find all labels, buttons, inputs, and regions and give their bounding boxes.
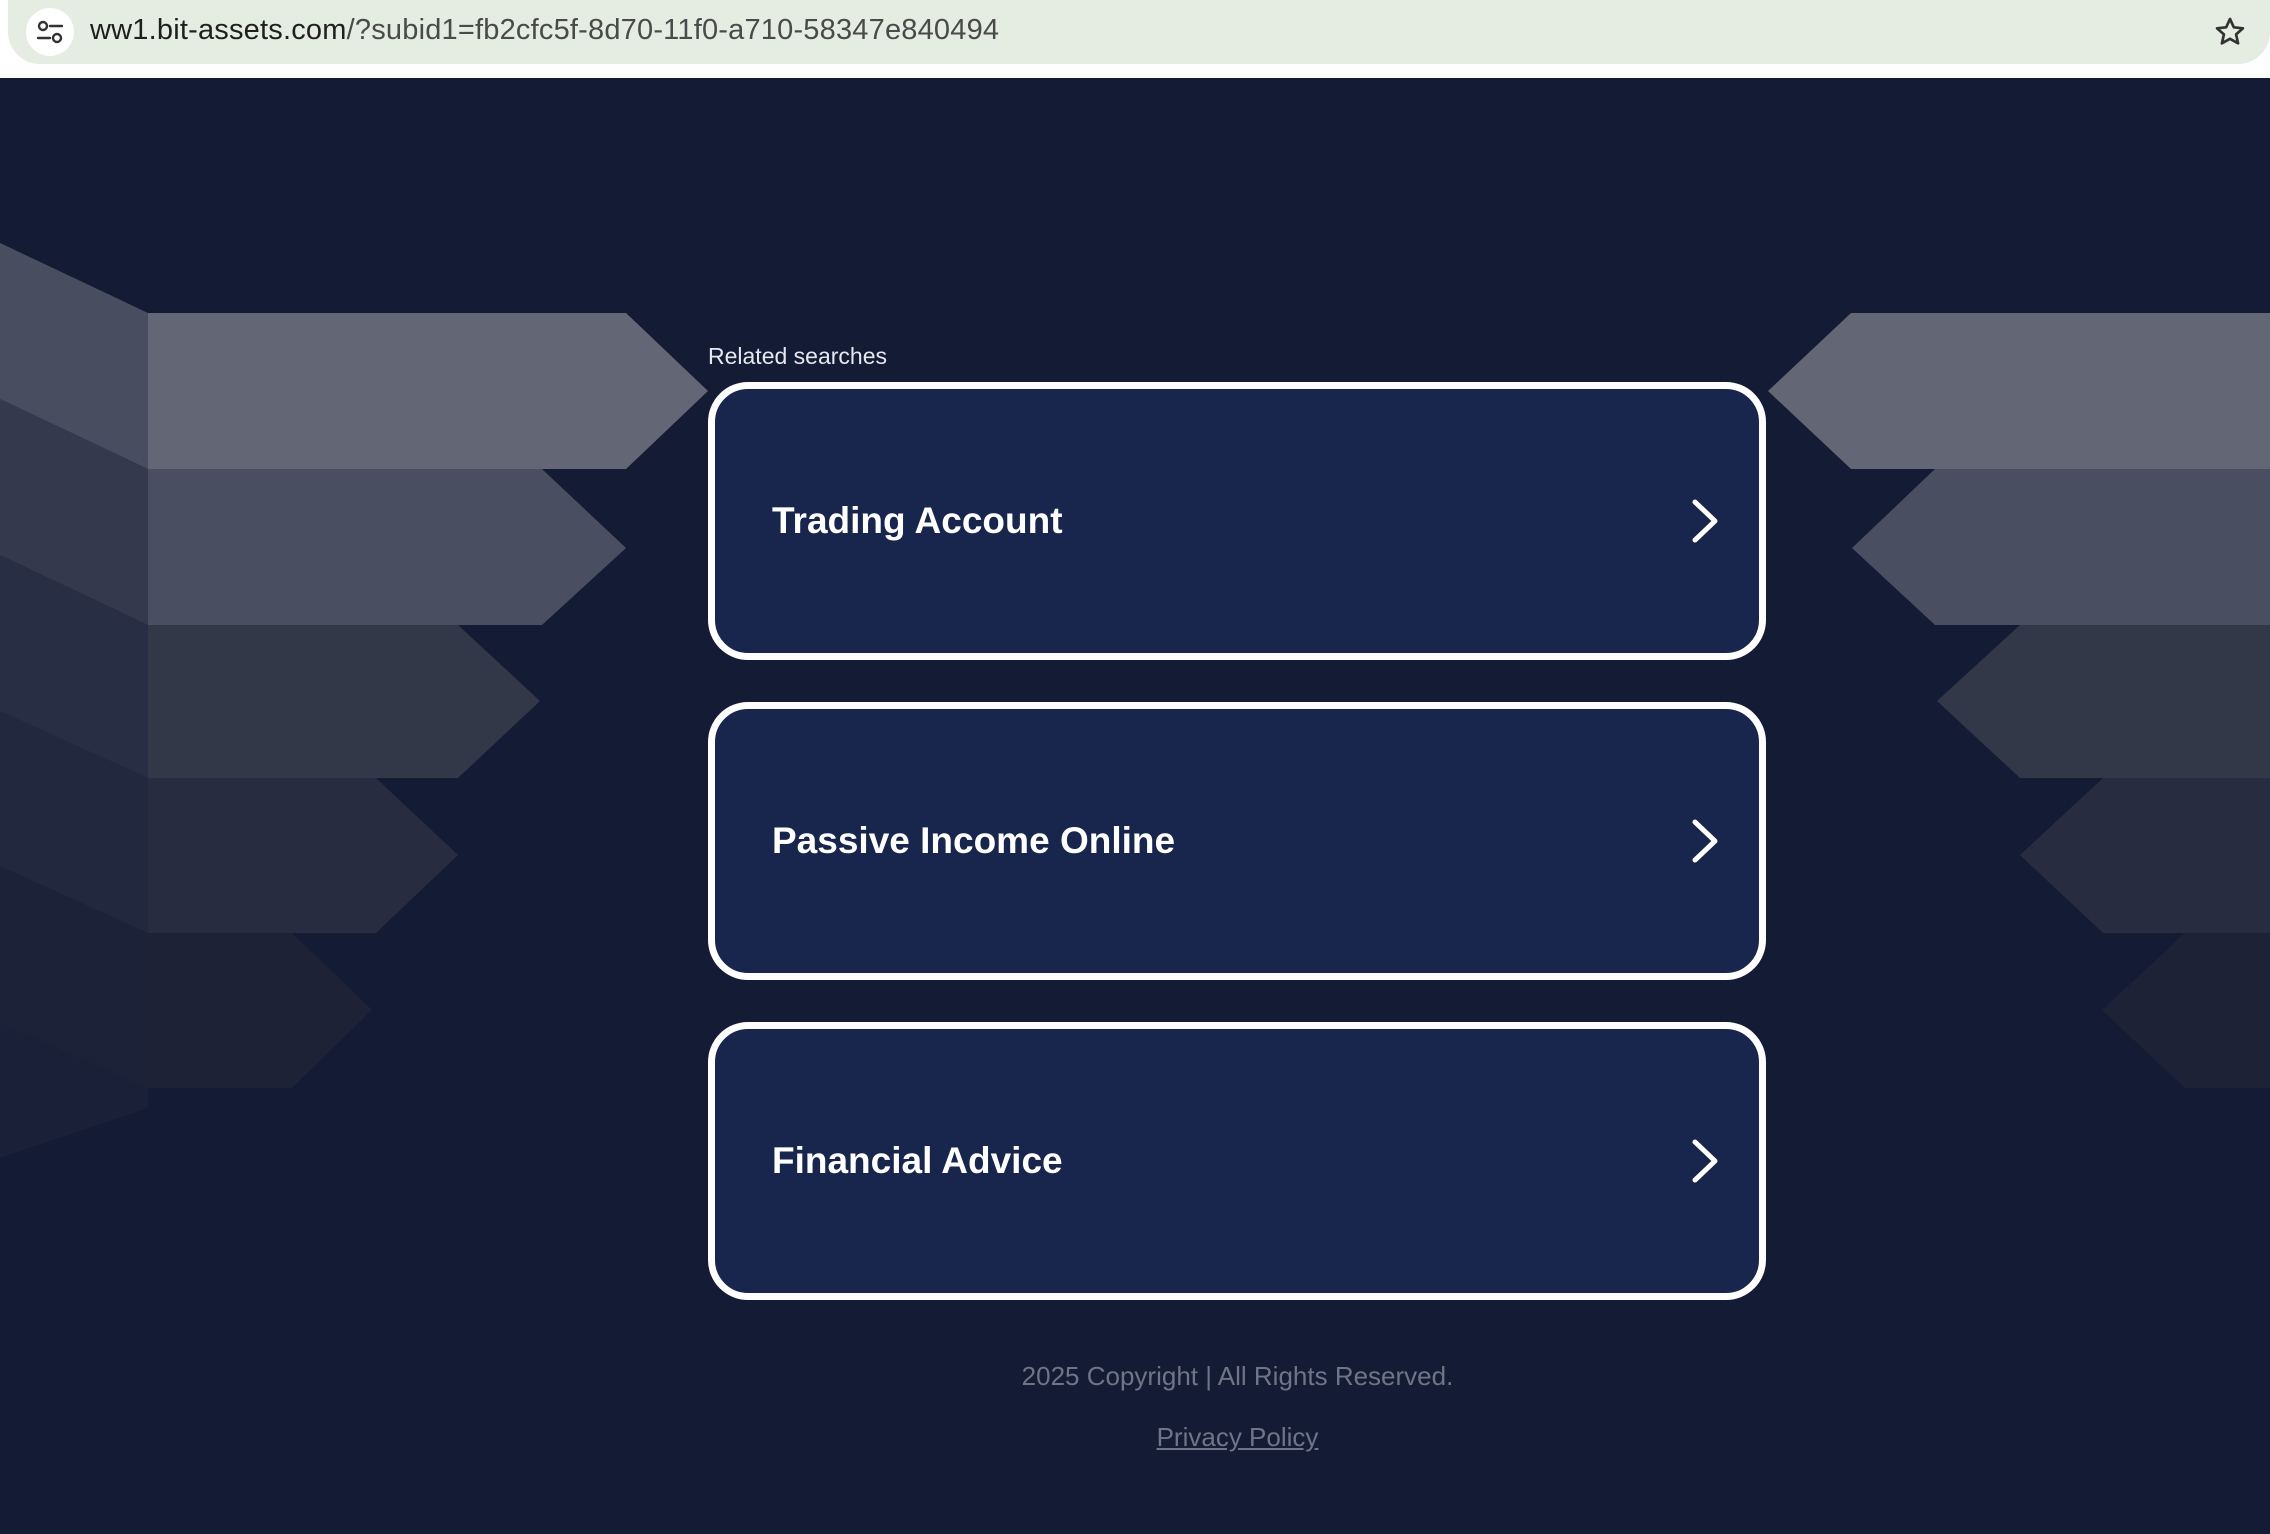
search-link-trading-account[interactable]: Trading Account [708,382,1766,660]
tune-icon[interactable] [26,8,74,56]
card-label: Trading Account [772,500,1063,541]
privacy-policy-link[interactable]: Privacy Policy [0,1422,2270,1453]
chevron-right-icon [1692,499,1718,543]
address-bar[interactable]: ww1.bit-assets.com/?subid1=fb2cfc5f-8d70… [8,0,2270,64]
card-label: Financial Advice [772,1140,1063,1181]
footer-copyright: 2025 Copyright | All Rights Reserved. [1021,1361,1454,1391]
chevron-right-icon [1692,1139,1718,1183]
related-searches-heading: Related searches [708,343,887,369]
parked-page: Related searches Trading Account Passive… [0,78,2270,1534]
search-link-passive-income-online[interactable]: Passive Income Online [708,702,1766,980]
chevron-right-icon [1692,819,1718,863]
star-icon[interactable] [2210,12,2250,52]
card-label: Passive Income Online [772,820,1176,861]
browser-toolbar: ww1.bit-assets.com/?subid1=fb2cfc5f-8d70… [0,0,2270,78]
url-text[interactable]: ww1.bit-assets.com/?subid1=fb2cfc5f-8d70… [90,12,999,48]
search-link-financial-advice[interactable]: Financial Advice [708,1022,1766,1300]
url-path: /?subid1=fb2cfc5f-8d70-11f0-a710-58347e8… [346,14,1000,46]
url-host: ww1.bit-assets.com [90,14,347,46]
